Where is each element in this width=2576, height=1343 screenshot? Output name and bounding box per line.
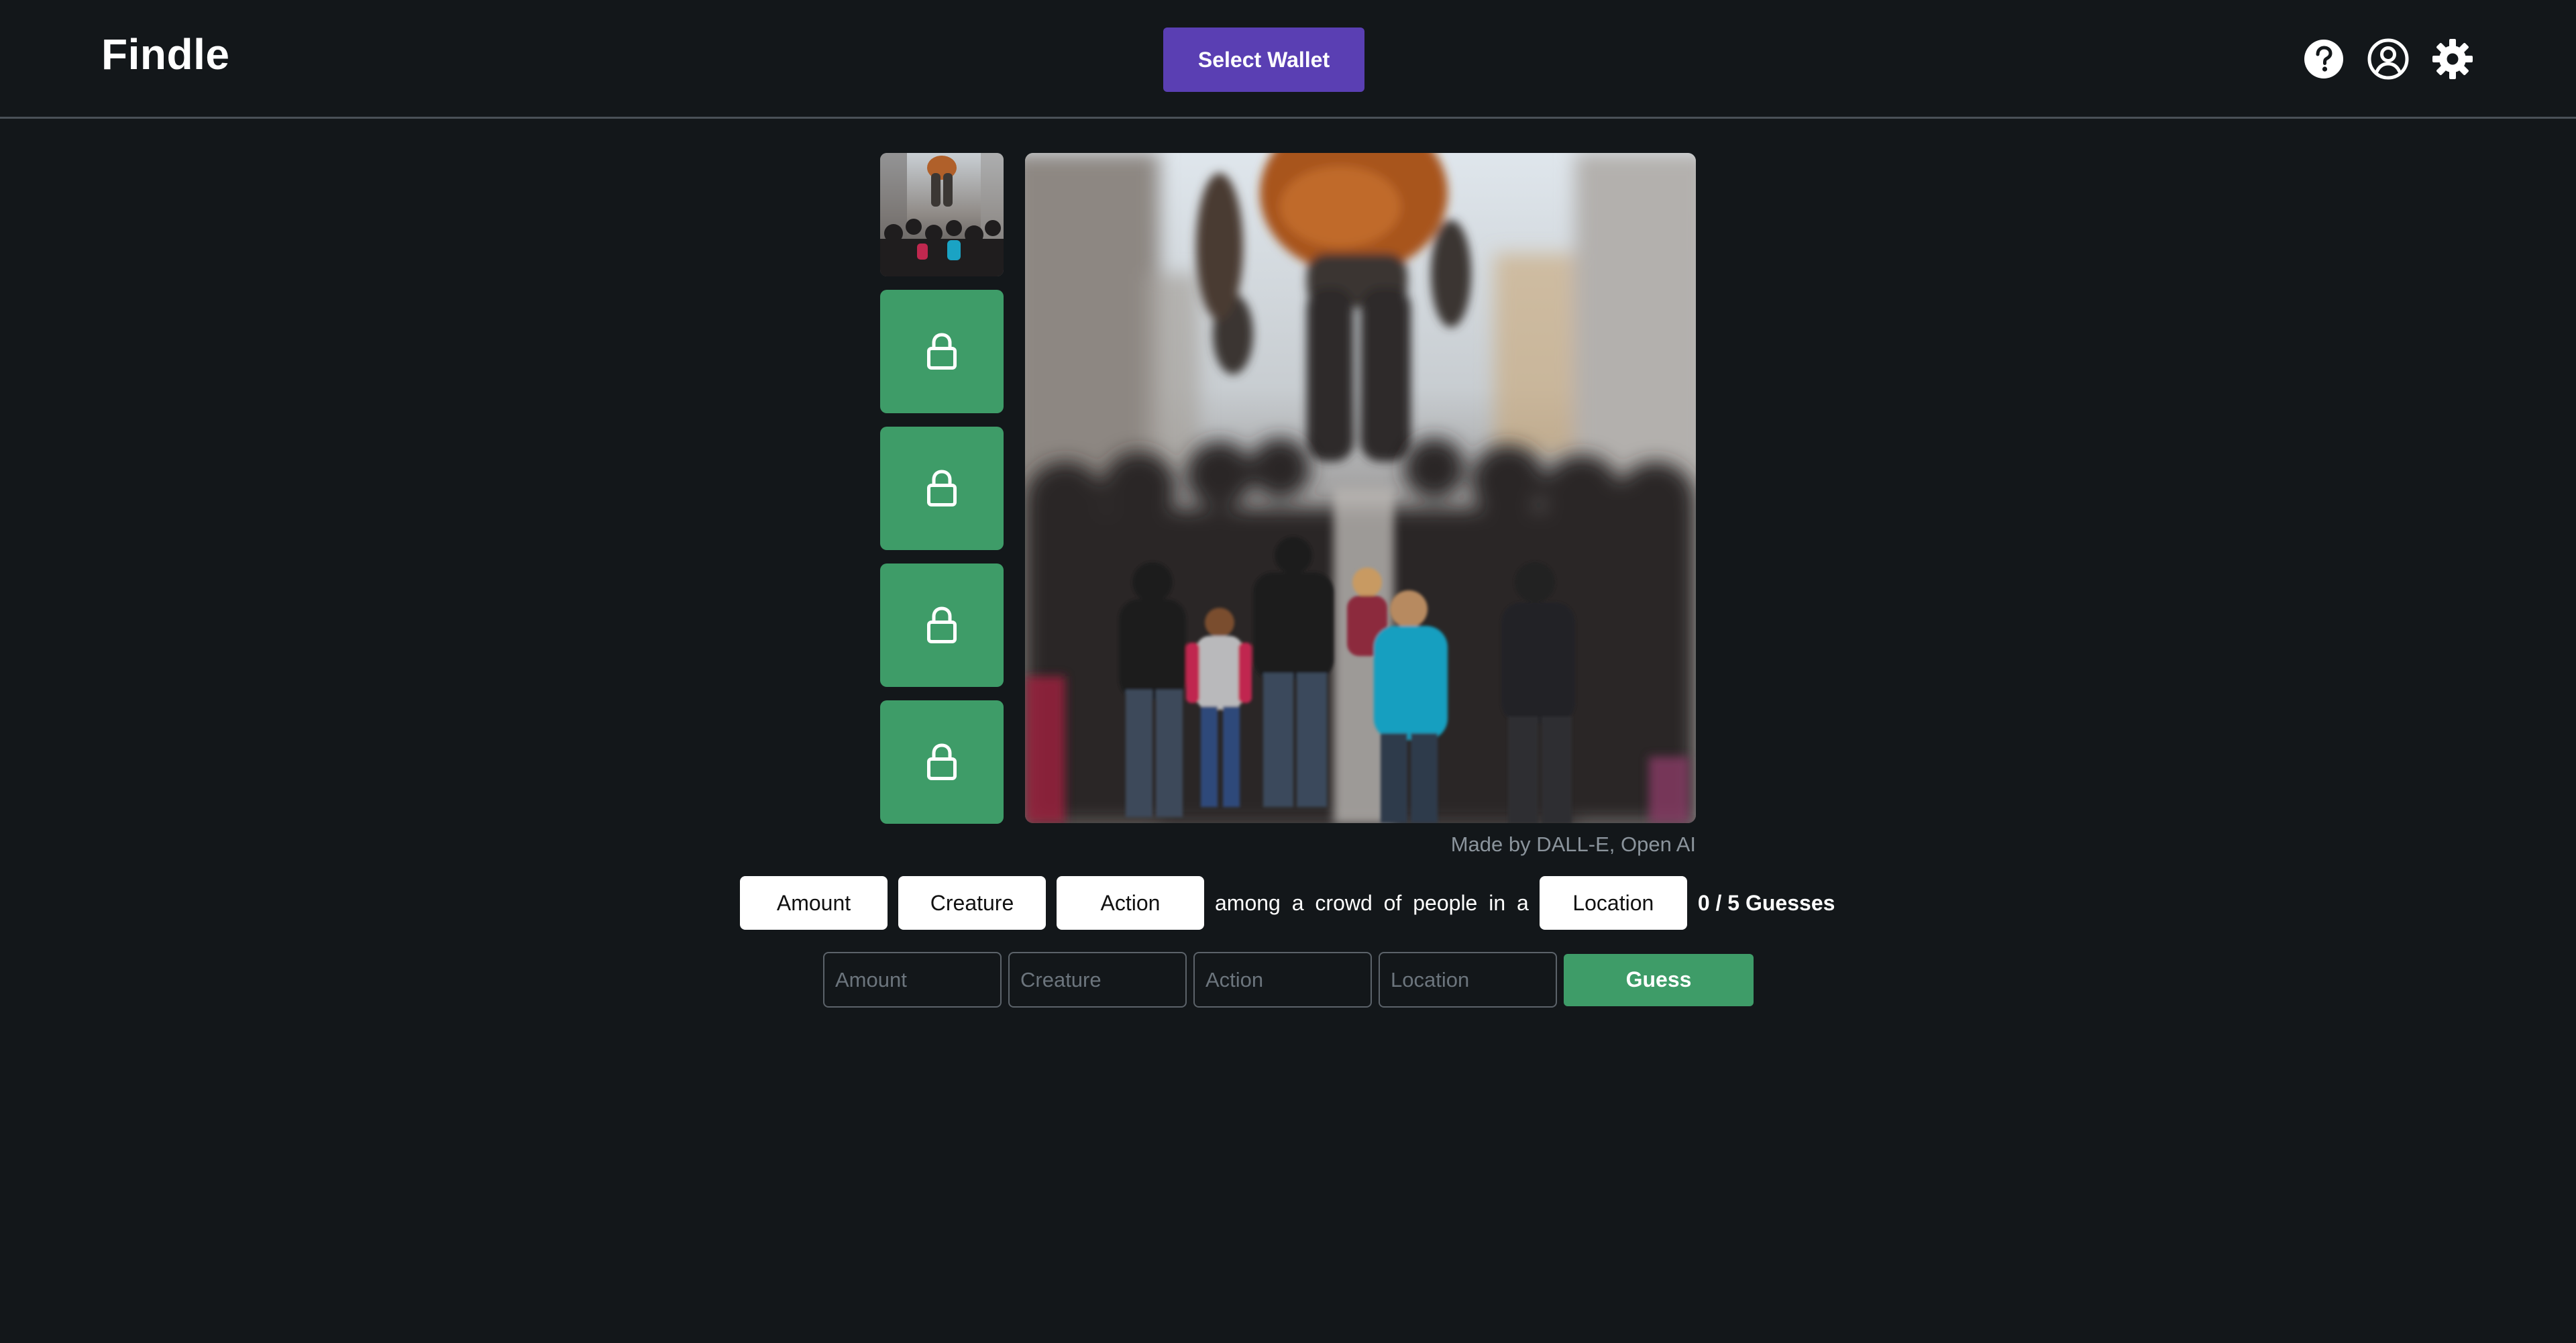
guess-form: Guess	[823, 952, 1754, 1008]
scene-thumbnail-image	[880, 153, 1004, 276]
lock-icon	[927, 470, 957, 506]
help-icon[interactable]	[2302, 38, 2345, 80]
creature-input[interactable]	[1008, 952, 1187, 1008]
prompt-sentence: Amount Creature Action among a crowd of …	[740, 876, 1835, 930]
select-wallet-button[interactable]: Select Wallet	[1163, 28, 1364, 92]
guess-counter: 0 / 5 Guesses	[1697, 890, 1835, 915]
amount-input[interactable]	[823, 952, 1002, 1008]
creature-chip[interactable]: Creature	[898, 876, 1046, 930]
guess-button[interactable]: Guess	[1564, 953, 1754, 1006]
thumbnail-revealed[interactable]	[880, 153, 1004, 276]
location-input[interactable]	[1379, 952, 1557, 1008]
user-account-icon[interactable]	[2367, 38, 2410, 80]
action-input[interactable]	[1193, 952, 1372, 1008]
lock-icon	[927, 606, 957, 643]
thumbnail-locked[interactable]	[880, 700, 1004, 824]
brand-logo[interactable]: Findle	[101, 30, 229, 79]
thumbnail-locked[interactable]	[880, 290, 1004, 413]
amount-chip[interactable]: Amount	[740, 876, 888, 930]
location-chip[interactable]: Location	[1539, 876, 1687, 930]
settings-icon[interactable]	[2431, 38, 2474, 80]
puzzle-image	[1025, 153, 1696, 823]
top-bar: Findle Select Wallet	[0, 0, 2576, 119]
lock-icon	[927, 333, 957, 370]
prompt-connector-text: among a crowd of people in a	[1215, 890, 1529, 915]
crowd-scene-image	[1025, 153, 1696, 823]
thumbnail-locked[interactable]	[880, 563, 1004, 687]
lock-icon	[927, 743, 957, 780]
action-chip[interactable]: Action	[1057, 876, 1204, 930]
thumbnail-locked[interactable]	[880, 427, 1004, 550]
image-credit: Made by DALL-E, Open AI	[1450, 832, 1696, 856]
